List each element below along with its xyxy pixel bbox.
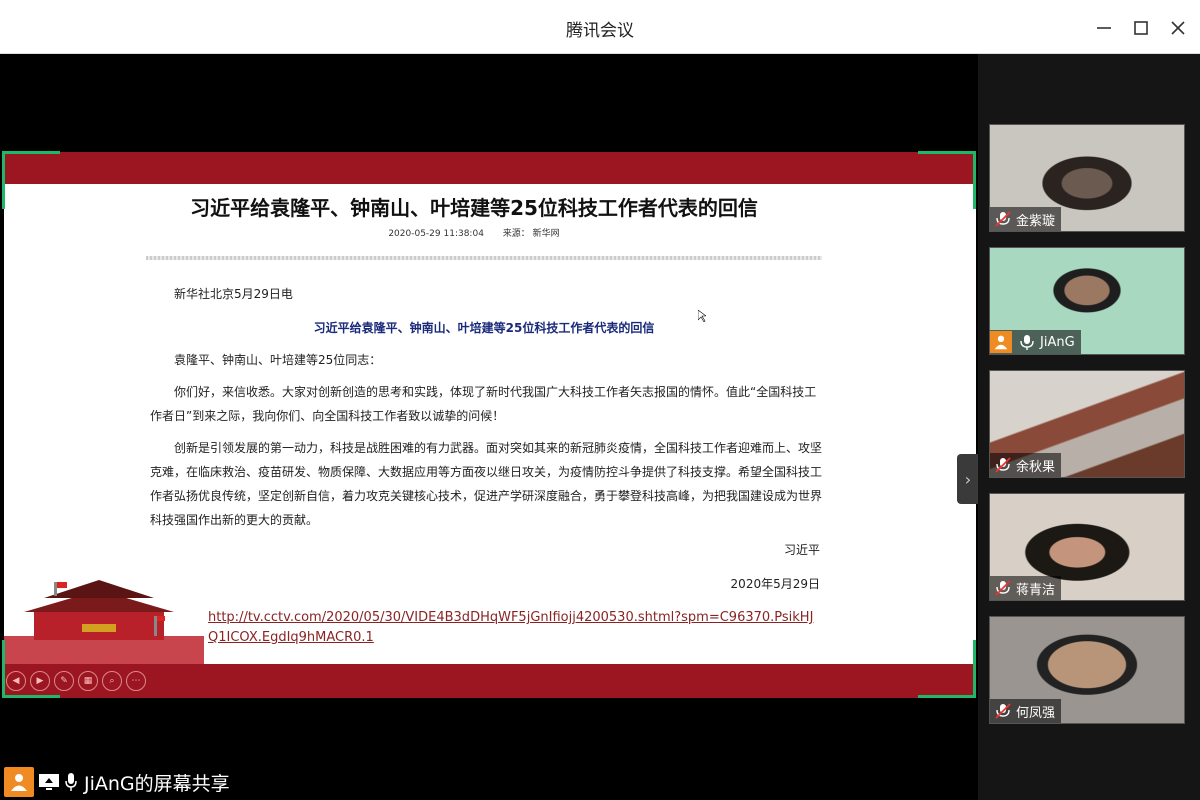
mic-muted-icon (995, 457, 1011, 473)
article-greeting: 袁隆平、钟南山、叶培建等25位同志： (174, 353, 382, 367)
mic-icon (1020, 335, 1034, 350)
zoom-button[interactable]: ⌕ (102, 671, 122, 691)
more-button[interactable]: ⋯ (126, 671, 146, 691)
app-title: 腾讯会议 (566, 21, 634, 41)
minimize-button[interactable] (1090, 14, 1118, 42)
article-title: 习近平给袁隆平、钟南山、叶培建等25位科技工作者代表的回信 (190, 196, 758, 220)
participant-tile[interactable]: 何凤强 (989, 616, 1185, 724)
mic-muted-icon (995, 703, 1011, 719)
participant-name: 金紫璇 (1016, 213, 1056, 229)
article-dateline: 新华社北京5月29日电 (174, 287, 293, 301)
participant-name: 蒋青洁 (1016, 582, 1056, 598)
slide-header-band (4, 152, 976, 184)
more-icon: ⋯ (131, 676, 141, 686)
slides-view-button[interactable]: ▦ (78, 671, 98, 691)
article-paragraph-1: 你们好，来信收悉。大家对创新创造的思考和实践，体现了新时代我国广大科技工作者矢志… (150, 385, 817, 423)
mic-icon (65, 773, 77, 791)
participant-name-tag: 余秋果 (990, 453, 1062, 477)
maximize-icon (1134, 21, 1148, 35)
participant-name-tag: 金紫璇 (990, 207, 1062, 231)
share-frame-corner (2, 640, 60, 698)
participant-name-tag: 蒋青洁 (990, 576, 1062, 600)
screen-share-label: JiAnG的屏幕共享 (84, 772, 230, 795)
screen-share-icon (39, 774, 59, 790)
expand-sidebar-button[interactable]: › (957, 454, 979, 504)
user-avatar-icon (990, 331, 1012, 353)
user-avatar-icon (4, 767, 34, 797)
participant-tile[interactable]: JiAnG (989, 247, 1185, 355)
article-datetime: 2020-05-29 11:38:04 (388, 229, 484, 239)
article-meta: 2020-05-29 11:38:04 来源： 新华网 (4, 226, 944, 239)
article-paragraph-2: 创新是引领发展的第一动力，科技是战胜困难的有力武器。面对突如其来的新冠肺炎疫情，… (150, 441, 823, 527)
share-frame-corner (918, 640, 976, 698)
zoom-icon: ⌕ (109, 676, 115, 686)
participant-tile[interactable]: 余秋果 (989, 370, 1185, 478)
maximize-button[interactable] (1127, 14, 1155, 42)
close-icon (1171, 21, 1185, 35)
article-source: 来源： 新华网 (502, 229, 560, 239)
participant-name-tag: JiAnG (990, 330, 1081, 354)
grid-icon: ▦ (83, 676, 93, 686)
article-video-link[interactable]: http://tv.cctv.com/2020/05/30/VIDE4B3dDH… (208, 608, 822, 648)
title-bar: 腾讯会议 (0, 0, 1200, 54)
article-signature: 习近平 (783, 543, 820, 557)
participant-tile[interactable]: 蒋青洁 (989, 493, 1185, 601)
screen-share-status: JiAnG的屏幕共享 (0, 764, 230, 800)
article-sign-date: 2020年5月29日 (730, 577, 820, 591)
participant-name: 何凤强 (1016, 705, 1056, 721)
article-divider (146, 256, 822, 260)
participants-panel: 金紫璇 JiAnG 余秋果 蒋青洁 何凤强 (978, 54, 1200, 800)
close-button[interactable] (1164, 14, 1192, 42)
chevron-right-icon: › (964, 469, 972, 489)
article-subtitle: 习近平给袁隆平、钟南山、叶培建等25位科技工作者代表的回信 (313, 321, 655, 335)
mouse-cursor-icon (698, 310, 706, 322)
shared-slide: 习近平给袁隆平、钟南山、叶培建等25位科技工作者代表的回信 2020-05-29… (4, 152, 976, 698)
minimize-icon (1097, 27, 1111, 29)
participant-name: 余秋果 (1016, 459, 1056, 475)
mic-muted-icon (995, 211, 1011, 227)
slide-footer-band (4, 664, 976, 698)
mic-muted-icon (995, 580, 1011, 596)
participant-name: JiAnG (1040, 334, 1075, 350)
participant-tile[interactable]: 金紫璇 (989, 124, 1185, 232)
pen-icon: ✎ (60, 676, 68, 686)
share-frame-corner (918, 151, 976, 209)
shared-screen-area[interactable]: 习近平给袁隆平、钟南山、叶培建等25位科技工作者代表的回信 2020-05-29… (0, 54, 979, 800)
share-frame-corner (2, 151, 60, 209)
participant-name-tag: 何凤强 (990, 699, 1062, 723)
